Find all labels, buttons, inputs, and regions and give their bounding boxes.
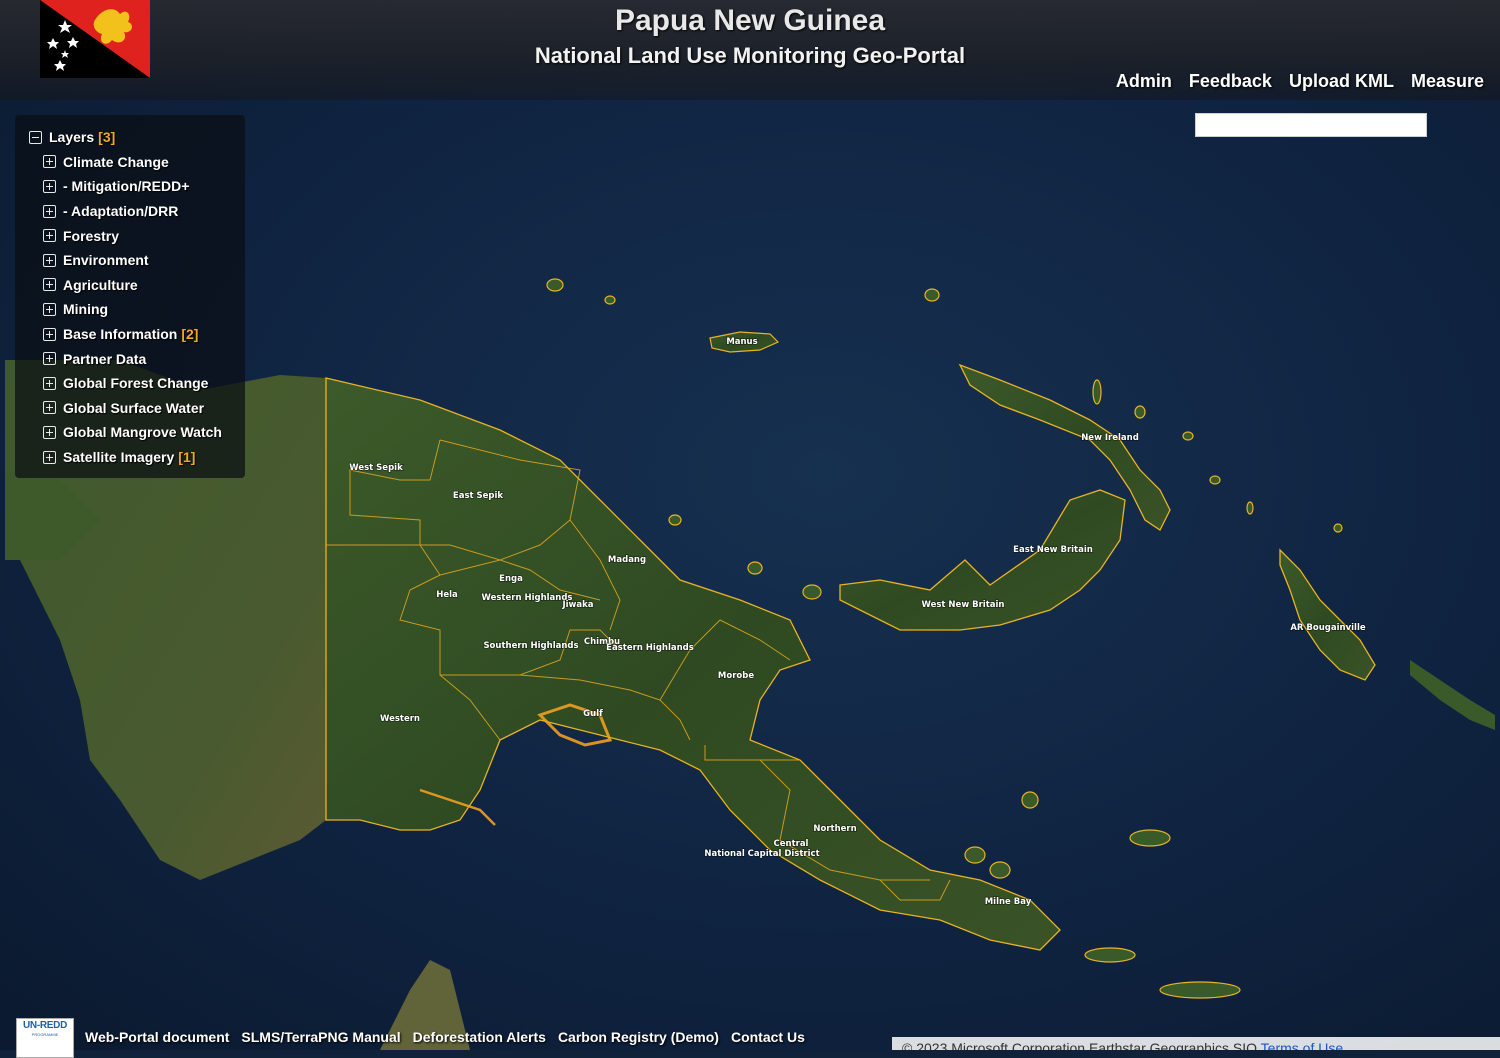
layer-item-climate-change[interactable]: Climate Change: [29, 150, 245, 175]
label-jiwaka: Jiwaka: [561, 600, 593, 610]
footer-nav: Web-Portal document SLMS/TerraPNG Manual…: [85, 1029, 805, 1045]
layer-item-label: Global Forest Change: [63, 375, 209, 392]
layers-count: [3]: [98, 129, 116, 146]
expand-icon[interactable]: [43, 302, 56, 316]
web-portal-document-link[interactable]: Web-Portal document: [85, 1029, 229, 1045]
label-west-new-britain: West New Britain: [922, 600, 1005, 610]
label-east-sepik: East Sepik: [453, 491, 504, 501]
logo-text: UN-REDD: [22, 1020, 67, 1031]
layer-item-label: Forestry: [63, 227, 120, 244]
layer-item-count: [1]: [178, 449, 196, 466]
expand-icon[interactable]: [43, 401, 56, 415]
label-new-ireland: New Ireland: [1081, 433, 1139, 443]
layer-item-label: Environment: [63, 252, 149, 269]
layer-item-mining[interactable]: Mining: [29, 297, 245, 322]
layer-item-label: Partner Data: [63, 350, 147, 367]
layer-item-label: Mining: [63, 301, 109, 318]
layer-item-base-information[interactable]: Base Information [2]: [29, 322, 245, 347]
layer-item-global-surface-water[interactable]: Global Surface Water: [29, 396, 245, 421]
expand-icon[interactable]: [43, 179, 56, 193]
expand-icon[interactable]: [43, 204, 56, 218]
collapse-icon[interactable]: [29, 130, 42, 144]
logo-subtext: PROGRAMME: [31, 1032, 59, 1037]
layers-panel: Layers [3] Climate Change - Mitigation/R…: [15, 115, 245, 478]
layer-item-label: - Adaptation/DRR: [63, 203, 179, 220]
slms-manual-link[interactable]: SLMS/TerraPNG Manual: [241, 1029, 400, 1045]
expand-icon[interactable]: [43, 229, 56, 243]
expand-icon[interactable]: [43, 352, 56, 366]
page-title: Papua New Guinea: [614, 4, 886, 37]
layer-item-label: Satellite Imagery: [63, 449, 175, 466]
map-attribution: © 2023 Microsoft Corporation Earthstar G…: [892, 1037, 1500, 1050]
expand-icon[interactable]: [43, 327, 56, 341]
contact-us-link[interactable]: Contact Us: [731, 1029, 805, 1045]
un-redd-logo[interactable]: UN-REDD PROGRAMME: [16, 1018, 74, 1058]
expand-icon[interactable]: [43, 376, 56, 390]
label-hela: Hela: [436, 590, 458, 600]
top-nav: Admin Feedback Upload KML Measure: [1116, 71, 1484, 92]
layer-item-forestry[interactable]: Forestry: [29, 223, 245, 248]
label-northern: Northern: [813, 824, 856, 834]
label-central: Central: [774, 839, 809, 849]
measure-link[interactable]: Measure: [1411, 71, 1484, 92]
layer-item-mitigation-redd[interactable]: - Mitigation/REDD+: [29, 174, 245, 199]
layer-item-environment[interactable]: Environment: [29, 248, 245, 273]
expand-icon[interactable]: [43, 425, 56, 439]
expand-icon[interactable]: [43, 155, 56, 169]
label-morobe: Morobe: [718, 671, 754, 681]
layer-item-satellite-imagery[interactable]: Satellite Imagery [1]: [29, 445, 245, 470]
layer-item-global-mangrove-watch[interactable]: Global Mangrove Watch: [29, 420, 245, 445]
upload-kml-link[interactable]: Upload KML: [1289, 71, 1394, 92]
admin-link[interactable]: Admin: [1116, 71, 1172, 92]
label-milne-bay: Milne Bay: [985, 897, 1032, 907]
label-madang: Madang: [608, 555, 646, 565]
layer-item-adaptation-drr[interactable]: - Adaptation/DRR: [29, 199, 245, 224]
carbon-registry-link[interactable]: Carbon Registry (Demo): [558, 1029, 719, 1045]
label-western: Western: [380, 714, 420, 724]
attribution-text: © 2023 Microsoft Corporation Earthstar G…: [902, 1040, 1258, 1050]
layer-item-label: Agriculture: [63, 276, 138, 293]
layer-item-partner-data[interactable]: Partner Data: [29, 346, 245, 371]
label-east-new-britain: East New Britain: [1013, 545, 1093, 555]
expand-icon[interactable]: [43, 253, 56, 267]
layer-item-global-forest-change[interactable]: Global Forest Change: [29, 371, 245, 396]
label-enga: Enga: [499, 574, 523, 584]
layer-item-label: Base Information: [63, 326, 178, 343]
label-bougainville: AR Bougainville: [1290, 623, 1366, 633]
expand-icon[interactable]: [43, 450, 56, 464]
layer-item-label: Climate Change: [63, 153, 169, 170]
label-gulf: Gulf: [583, 709, 603, 719]
layer-item-count: [2]: [181, 326, 199, 343]
terms-of-use-link[interactable]: Terms of Use: [1261, 1040, 1343, 1050]
layer-item-label: - Mitigation/REDD+: [63, 178, 190, 195]
label-eastern-highlands: Eastern Highlands: [606, 643, 694, 653]
label-manus: Manus: [726, 337, 757, 347]
label-ncd: National Capital District: [704, 849, 819, 859]
layer-item-label: Global Surface Water: [63, 399, 205, 416]
deforestation-alerts-link[interactable]: Deforestation Alerts: [413, 1029, 546, 1045]
feedback-link[interactable]: Feedback: [1189, 71, 1272, 92]
label-western-highlands: Western Highlands: [482, 593, 573, 603]
layers-title: Layers: [49, 129, 95, 146]
layer-item-agriculture[interactable]: Agriculture: [29, 273, 245, 298]
label-southern-highlands: Southern Highlands: [483, 641, 578, 651]
search-input[interactable]: [1195, 113, 1427, 137]
layer-item-label: Global Mangrove Watch: [63, 424, 222, 441]
layers-root[interactable]: Layers [3]: [29, 125, 245, 150]
header: Papua New Guinea National Land Use Monit…: [0, 0, 1500, 100]
expand-icon[interactable]: [43, 278, 56, 292]
label-west-sepik: West Sepik: [349, 463, 403, 473]
page-subtitle: National Land Use Monitoring Geo-Portal: [534, 43, 966, 68]
